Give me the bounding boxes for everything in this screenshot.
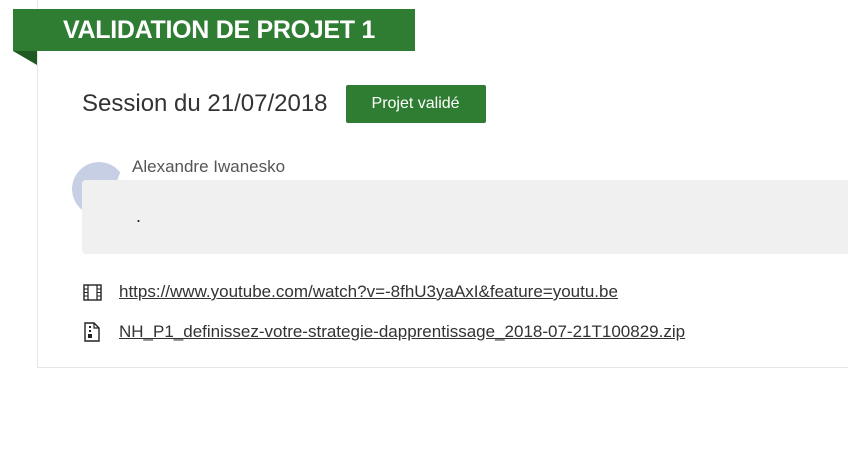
comment-text: .: [136, 206, 142, 226]
section-ribbon: VALIDATION DE PROJET 1: [13, 9, 415, 51]
project-validated-button[interactable]: Projet validé: [345, 85, 486, 123]
ribbon-fold: [13, 51, 37, 65]
session-header: Session du 21/07/2018 Projet validé: [82, 85, 486, 123]
zip-file-link[interactable]: NH_P1_definissez-votre-strategie-dappren…: [119, 322, 685, 342]
film-icon: [82, 282, 102, 302]
section-title: VALIDATION DE PROJET 1: [63, 15, 375, 44]
comment-author: Alexandre Iwanesko: [132, 157, 286, 176]
session-title: Session du 21/07/2018: [82, 90, 328, 117]
comment-bubble: .: [82, 180, 848, 254]
file-zip-icon: [82, 322, 102, 342]
youtube-link[interactable]: https://www.youtube.com/watch?v=-8fhU3ya…: [119, 282, 618, 302]
attachment-item: NH_P1_definissez-votre-strategie-dappren…: [82, 320, 685, 344]
attachment-item: https://www.youtube.com/watch?v=-8fhU3ya…: [82, 280, 618, 304]
